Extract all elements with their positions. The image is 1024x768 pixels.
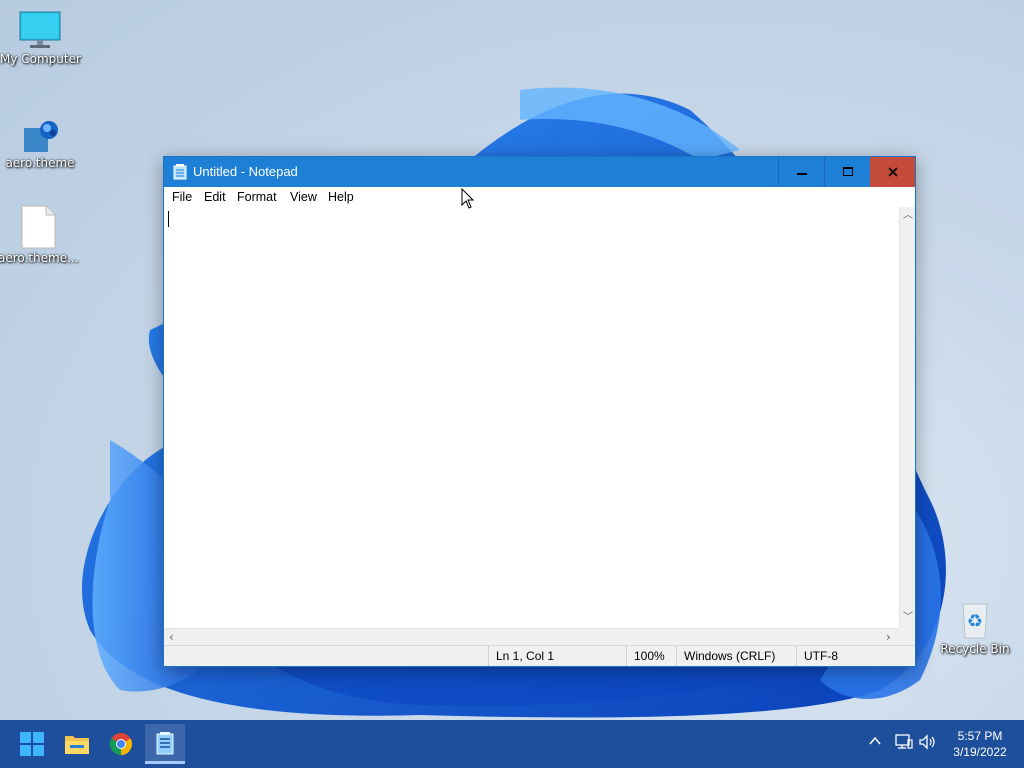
aero-theme-desktop-icon[interactable]: aero.theme: [0, 118, 80, 170]
scroll-right-icon[interactable]: ›: [886, 631, 891, 643]
title-bar[interactable]: Untitled - Notepad: [164, 157, 915, 187]
recycle-bin-desktop-icon[interactable]: ♻ Recycle Bin: [935, 600, 1015, 656]
status-zoom: 100%: [626, 646, 676, 666]
scroll-up-icon[interactable]: ︿: [903, 211, 913, 221]
notepad-icon: [173, 164, 187, 180]
chevron-up-icon[interactable]: [868, 734, 882, 748]
clock-time: 5:57 PM: [957, 729, 1003, 743]
notepad-icon: [156, 731, 174, 754]
chrome-icon: [110, 733, 132, 755]
network-icon[interactable]: [895, 734, 913, 750]
menu-format[interactable]: Format: [237, 190, 277, 204]
recycle-bin-icon: ♻: [962, 603, 988, 639]
close-button[interactable]: [870, 157, 915, 187]
taskbar-notepad[interactable]: [145, 724, 185, 764]
desktop-icon-label: aero.theme: [5, 156, 75, 170]
start-icon: [20, 732, 44, 756]
start-button[interactable]: [12, 724, 52, 764]
aero-theme-file-desktop-icon[interactable]: aero.theme...: [0, 205, 79, 265]
volume-icon[interactable]: [919, 734, 937, 750]
taskbar-file-explorer[interactable]: [57, 724, 97, 764]
my-computer-desktop-icon[interactable]: My Computer: [0, 10, 81, 66]
taskbar-chrome[interactable]: [101, 724, 141, 764]
text-editor[interactable]: [164, 207, 899, 628]
status-bar: Ln 1, Col 1 100% Windows (CRLF) UTF-8: [164, 645, 915, 666]
menu-file[interactable]: File: [172, 190, 192, 204]
svg-text:♻: ♻: [967, 611, 983, 632]
taskbar: 5:57 PM 3/19/2022: [0, 720, 1024, 768]
menu-help[interactable]: Help: [328, 190, 354, 204]
text-caret: [168, 211, 169, 227]
horizontal-scrollbar[interactable]: ‹ ›: [164, 628, 899, 645]
notepad-window: Untitled - Notepad File Edit Format View…: [163, 156, 916, 667]
scroll-left-icon[interactable]: ‹: [169, 631, 174, 643]
close-icon: [887, 167, 898, 177]
monitor-icon: [19, 11, 61, 48]
menu-bar: File Edit Format View Help: [164, 187, 915, 207]
status-line-ending: Windows (CRLF): [676, 646, 796, 666]
menu-edit[interactable]: Edit: [204, 190, 226, 204]
taskbar-clock[interactable]: 5:57 PM 3/19/2022: [940, 728, 1020, 760]
scroll-down-icon[interactable]: ﹀: [903, 613, 913, 623]
mouse-cursor-icon: [461, 188, 475, 209]
minimize-icon: [797, 173, 807, 175]
desktop-icon-label: Recycle Bin: [940, 642, 1010, 656]
status-position: Ln 1, Col 1: [488, 646, 624, 666]
maximize-button[interactable]: [824, 157, 871, 187]
desktop-icon-label: aero.theme...: [0, 251, 79, 265]
menu-view[interactable]: View: [290, 190, 317, 204]
vertical-scrollbar[interactable]: ︿ ﹀: [899, 207, 915, 628]
maximize-icon: [843, 167, 853, 176]
minimize-button[interactable]: [778, 157, 825, 187]
scroll-corner: [899, 628, 915, 645]
file-explorer-icon: [65, 736, 89, 754]
blank-file-icon: [21, 205, 56, 249]
window-title: Untitled - Notepad: [193, 164, 298, 179]
status-encoding: UTF-8: [796, 646, 913, 666]
desktop-icon-label: My Computer: [0, 52, 81, 66]
clock-date: 3/19/2022: [953, 745, 1007, 759]
theme-icon: [24, 121, 58, 152]
